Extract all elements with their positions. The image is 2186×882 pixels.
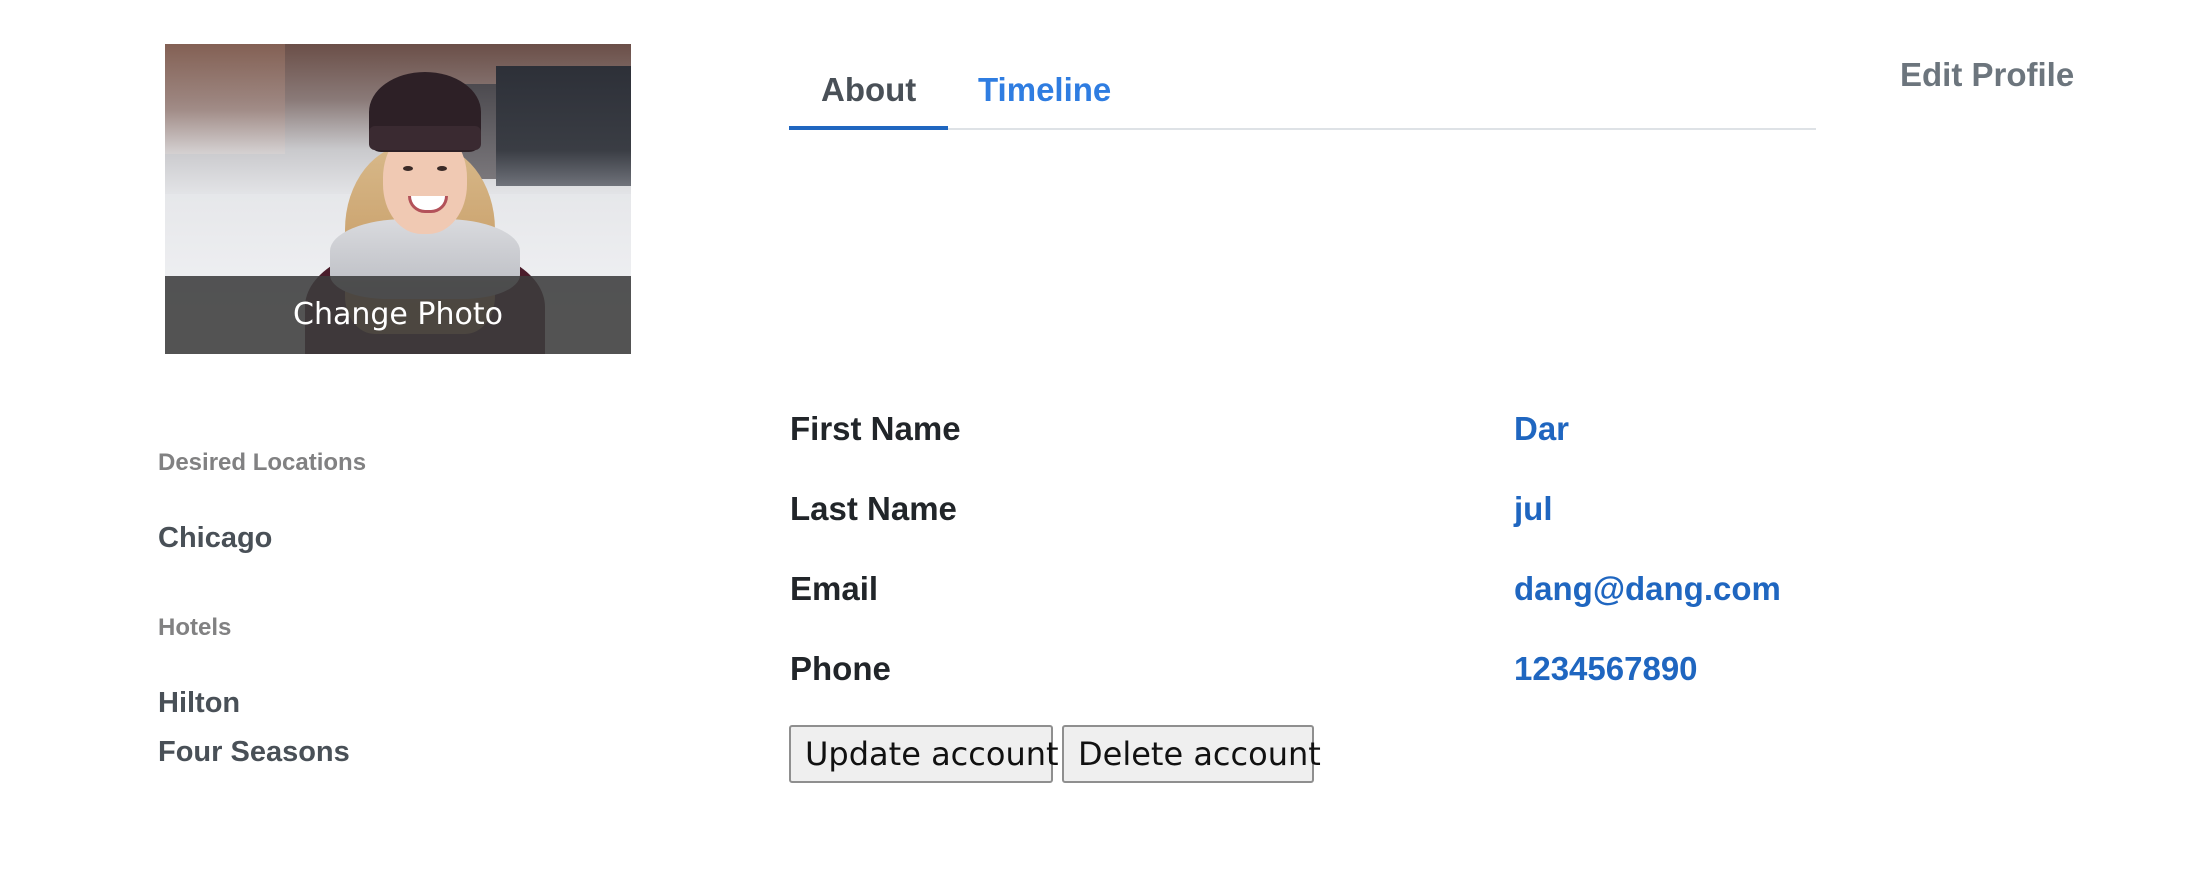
update-account-button[interactable]: Update account [789, 725, 1059, 783]
last-name-label: Last Name [790, 490, 957, 527]
photo-background [496, 66, 631, 186]
photo-background [165, 44, 285, 154]
tab-timeline[interactable]: Timeline [946, 48, 1143, 128]
phone-label: Phone [790, 650, 891, 687]
last-name-value: jul [1514, 490, 1553, 527]
first-name-label: First Name [790, 410, 961, 447]
hotel-item[interactable]: Hilton [158, 687, 240, 720]
delete-account-button[interactable]: Delete account [1062, 725, 1321, 783]
photo-eye [403, 166, 413, 171]
tab-about[interactable]: About [789, 48, 949, 130]
hotels-heading: Hotels [158, 614, 232, 641]
phone-value: 1234567890 [1514, 650, 1698, 687]
email-label: Email [790, 570, 879, 607]
photo-eye [437, 166, 447, 171]
profile-photo: Change Photo [165, 44, 631, 354]
email-value: dang@dang.com [1514, 570, 1781, 607]
first-name-value: Dar [1514, 410, 1570, 447]
hotel-item[interactable]: Four Seasons [158, 736, 350, 769]
desired-locations-heading: Desired Locations [158, 449, 367, 476]
profile-tabs: About Timeline [789, 48, 1816, 130]
change-photo-button[interactable]: Change Photo [165, 276, 631, 354]
location-item[interactable]: Chicago [158, 522, 272, 555]
photo-hat [369, 126, 481, 150]
edit-profile-button[interactable]: Edit Profile [1900, 56, 2074, 94]
